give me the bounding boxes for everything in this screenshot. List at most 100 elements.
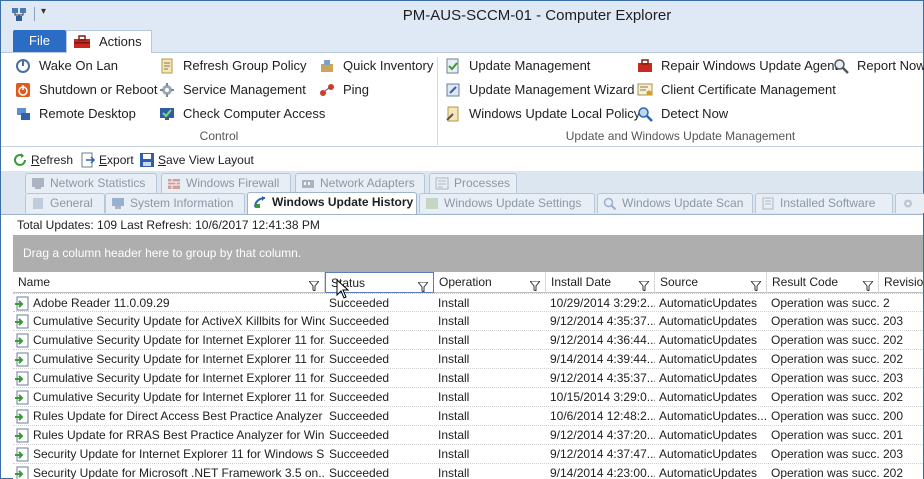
tab-overflow[interactable] — [895, 193, 924, 213]
update-install-icon — [14, 465, 30, 479]
cell-operation: Install — [438, 371, 470, 385]
toolbox-icon — [74, 35, 90, 48]
column-header-name[interactable]: Name — [13, 272, 325, 293]
cell-result-code: Operation was succ... — [771, 352, 879, 366]
tab-file[interactable]: File — [13, 30, 66, 52]
update-management-wizard-button[interactable]: Update Management Wizard — [443, 80, 634, 100]
network-statistics-icon — [32, 178, 44, 189]
column-header-operation[interactable]: Operation — [434, 272, 546, 293]
check-computer-access-button[interactable]: Check Computer Access — [157, 104, 325, 124]
column-header-source[interactable]: Source — [655, 272, 767, 293]
quick-inventory-button[interactable]: Quick Inventory — [317, 56, 433, 76]
report-magnifier-icon — [834, 59, 849, 74]
table-row[interactable]: Cumulative Security Update for ActiveX K… — [13, 312, 923, 331]
refresh-button[interactable]: Refresh — [11, 151, 73, 169]
cell-status: Succeeded — [329, 447, 390, 461]
cell-install-date: 9/12/2014 4:35:37... — [550, 371, 655, 385]
cell-name: Cumulative Security Update for Internet … — [33, 352, 325, 366]
update-group-label: Update and Windows Update Management — [565, 129, 796, 143]
table-row[interactable]: Cumulative Security Update for Internet … — [13, 350, 923, 369]
table-row[interactable]: Cumulative Security Update for Internet … — [13, 331, 923, 350]
cell-install-date: 9/14/2014 4:23:00... — [550, 466, 655, 479]
filter-funnel-icon[interactable] — [528, 277, 542, 292]
update-settings-icon — [426, 198, 438, 209]
cell-operation: Install — [438, 428, 470, 442]
windows-update-local-policy-button[interactable]: Windows Update Local Policy — [443, 104, 640, 124]
cell-operation: Install — [438, 447, 470, 461]
update-management-icon — [446, 58, 459, 74]
update-install-icon — [14, 370, 30, 386]
cell-status: Succeeded — [329, 428, 390, 442]
ribbon-panel: Wake On Lan Shutdown or Reboot Remote De… — [1, 53, 924, 147]
cell-status: Succeeded — [329, 333, 390, 347]
table-row[interactable]: Rules Update for RRAS Best Practice Anal… — [13, 426, 923, 445]
update-install-icon — [14, 427, 30, 443]
control-group-label: Control — [199, 129, 239, 143]
monitor-check-icon — [160, 108, 174, 120]
cell-source: AutomaticUpdates — [659, 296, 758, 310]
update-install-icon — [14, 408, 30, 424]
certificate-icon — [637, 83, 653, 96]
tab-actions[interactable]: Actions — [66, 30, 152, 54]
shutdown-reboot-button[interactable]: Shutdown or Reboot — [13, 80, 158, 100]
table-row[interactable]: Rules Update for Direct Access Best Prac… — [13, 407, 923, 426]
tab-windows-update-settings[interactable]: Windows Update Settings — [419, 193, 595, 213]
tab-network-adapters[interactable]: Network Adapters — [295, 173, 425, 193]
cell-result-code: Operation was succ... — [771, 296, 879, 310]
policy-document-icon — [161, 58, 173, 74]
save-view-layout-button[interactable]: Save View Layout — [138, 151, 254, 169]
cell-source: AutomaticUpdates... — [659, 409, 767, 423]
update-install-icon — [14, 332, 30, 348]
export-button[interactable]: Export — [79, 151, 134, 169]
repair-windows-update-agent-button[interactable]: Repair Windows Update Agent — [635, 56, 838, 76]
tab-installed-software[interactable]: Installed Software — [755, 193, 893, 213]
cell-revision: 201 — [883, 428, 904, 442]
filter-funnel-icon[interactable] — [307, 277, 321, 292]
table-row[interactable]: Adobe Reader 11.0.09.29 Succeeded Install 1… — [13, 293, 923, 312]
wizard-icon — [446, 83, 460, 97]
remote-desktop-button[interactable]: Remote Desktop — [13, 104, 136, 124]
column-header-install-date[interactable]: Install Date — [546, 272, 655, 293]
group-by-panel[interactable]: Drag a column header here to group by th… — [13, 235, 923, 272]
general-icon — [33, 198, 43, 209]
view-toolbar: Refresh Export Save View Layout — [1, 148, 923, 171]
tab-general[interactable]: General — [25, 193, 105, 213]
report-now-button[interactable]: Report Now — [831, 56, 924, 76]
cell-name: Cumulative Security Update for Internet … — [33, 333, 325, 347]
cell-install-date: 10/6/2014 12:48:2... — [550, 409, 655, 423]
tab-network-statistics[interactable]: Network Statistics — [25, 173, 157, 193]
tab-windows-update-scan[interactable]: Windows Update Scan — [597, 193, 753, 213]
cell-operation: Install — [438, 314, 470, 328]
client-certificate-management-button[interactable]: Client Certificate Management — [635, 80, 836, 100]
filter-funnel-icon[interactable] — [416, 278, 430, 292]
update-install-icon — [14, 446, 30, 462]
ping-icon — [320, 84, 334, 96]
column-header-result-code[interactable]: Result Code — [767, 272, 879, 293]
filter-funnel-icon[interactable] — [861, 277, 875, 292]
tab-processes[interactable]: Processes — [429, 173, 517, 193]
tab-system-information[interactable]: System Information — [105, 193, 245, 213]
table-row[interactable]: Cumulative Security Update for Internet … — [13, 388, 923, 407]
cell-result-code: Operation was succ... — [771, 428, 879, 442]
tab-windows-firewall[interactable]: Windows Firewall — [161, 173, 291, 193]
cell-name: Cumulative Security Update for Internet … — [33, 390, 325, 404]
window-title: PM-AUS-SCCM-01 - Computer Explorer — [402, 7, 672, 24]
tab-windows-update-history[interactable]: Windows Update History — [247, 192, 417, 214]
filter-funnel-icon[interactable] — [637, 277, 651, 292]
table-row[interactable]: Security Update for Internet Explorer 11… — [13, 445, 923, 464]
column-header-revision[interactable]: Revisio — [879, 272, 923, 293]
wake-on-lan-button[interactable]: Wake On Lan — [13, 56, 118, 76]
cell-source: AutomaticUpdates — [659, 428, 758, 442]
table-row[interactable]: Security Update for Microsoft .NET Frame… — [13, 464, 923, 479]
update-management-button[interactable]: Update Management — [443, 56, 590, 76]
filter-funnel-icon[interactable] — [749, 277, 763, 292]
refresh-group-policy-button[interactable]: Refresh Group Policy — [157, 56, 307, 76]
cell-operation: Install — [438, 390, 470, 404]
cell-result-code: Operation was succ... — [771, 390, 879, 404]
local-policy-icon — [446, 106, 459, 122]
update-install-icon — [14, 313, 30, 329]
detect-now-button[interactable]: Detect Now — [635, 104, 728, 124]
service-management-button[interactable]: Service Management — [157, 80, 306, 100]
table-row[interactable]: Cumulative Security Update for Internet … — [13, 369, 923, 388]
ping-button[interactable]: Ping — [317, 80, 369, 100]
